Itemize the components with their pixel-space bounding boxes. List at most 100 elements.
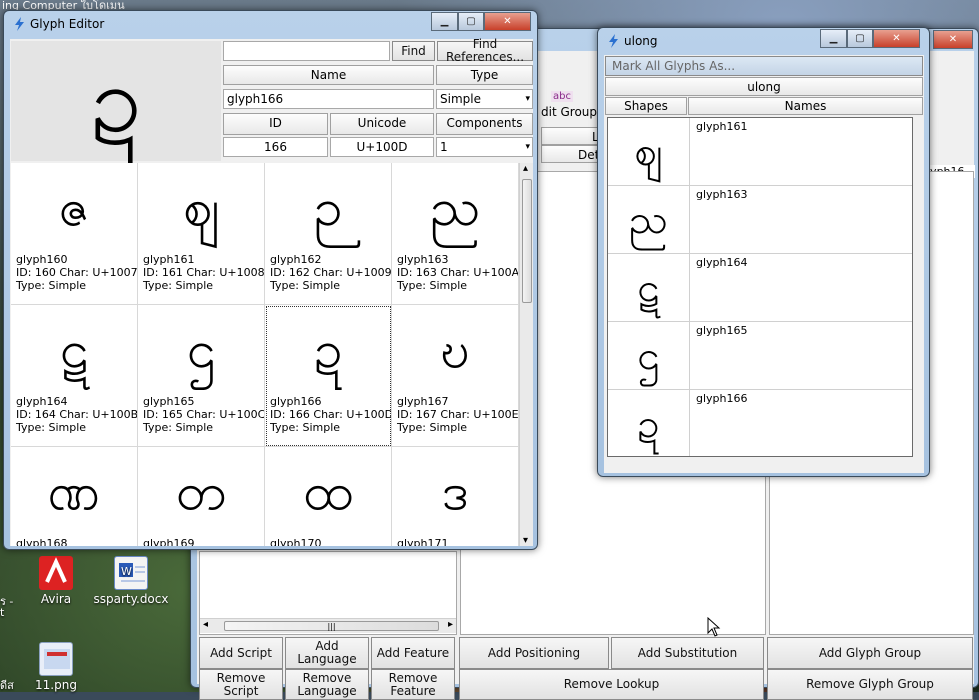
type-select[interactable]: Simple ▾ xyxy=(436,89,533,109)
glyph-shape: တ xyxy=(175,462,227,522)
list-item[interactable]: ဍ glyph166 xyxy=(608,390,912,456)
glyph-shape: ည xyxy=(429,178,481,238)
mark-all-glyphs-button[interactable]: Mark All Glyphs As... xyxy=(605,56,923,76)
glyph-cell[interactable]: ဏ glyph168 xyxy=(11,447,138,546)
lo-header: Lo xyxy=(541,127,606,145)
glyph-name: glyph162 xyxy=(270,253,322,266)
scroll-up-icon[interactable]: ▴ xyxy=(523,163,528,174)
glyph-cell[interactable]: ဍ glyph166 ID: 166 Char: U+100D Type: Simpl… xyxy=(265,305,392,447)
close-button[interactable]: ✕ xyxy=(873,29,920,48)
add-language-button[interactable]: Add Language xyxy=(285,637,369,669)
list-item[interactable]: ဈ glyph161 xyxy=(608,118,912,186)
glyph-shape: ဈ xyxy=(182,178,220,238)
horizontal-scrollbar[interactable]: ◂ ||| ▸ xyxy=(200,618,456,633)
add-glyph-group-button[interactable]: Add Glyph Group xyxy=(767,637,973,669)
close-icon: ✕ xyxy=(503,16,512,27)
add-substitution-button[interactable]: Add Substitution xyxy=(611,637,764,669)
glyph-cell[interactable]: ည glyph163 ID: 163 Char: U+100A Type: Simpl… xyxy=(392,163,519,305)
desktop-icon-11-png[interactable]: 11.png xyxy=(16,642,96,692)
glyph-shape: ထ xyxy=(302,462,354,522)
glyph-cell[interactable]: တ glyph169 xyxy=(138,447,265,546)
list-item[interactable]: ည glyph163 xyxy=(608,186,912,254)
group-header: ulong xyxy=(605,77,923,96)
chevron-down-icon[interactable]: ▾ xyxy=(525,138,530,156)
add-feature-button[interactable]: Add Feature xyxy=(371,637,455,669)
name-header: Name xyxy=(223,65,434,85)
glyph-cell[interactable]: ဈ glyph161 ID: 161 Char: U+1008 Type: Simpl… xyxy=(138,163,265,305)
id-header: ID xyxy=(223,113,328,135)
remove-feature-button[interactable]: Remove Feature xyxy=(371,669,455,700)
glyph-cell[interactable]: ဉ glyph162 ID: 162 Char: U+1009 Type: Simpl… xyxy=(265,163,392,305)
chevron-down-icon[interactable]: ▾ xyxy=(525,90,530,108)
glyph-cell[interactable]: ဌ glyph165 ID: 165 Char: U+100C Type: Simpl… xyxy=(138,305,265,447)
glyph-cell[interactable]: ဇ glyph160 ID: 160 Char: U+1007 Type: Simpl… xyxy=(11,163,138,305)
back-window-close-button[interactable]: ✕ xyxy=(933,30,973,49)
unicode-field[interactable]: U+100D xyxy=(330,137,434,157)
glyph-preview: ဍ xyxy=(11,41,221,161)
components-header: Components xyxy=(436,113,533,135)
edit-group-label[interactable]: dit Group xyxy=(541,105,597,119)
glyph-name: glyph161 xyxy=(696,120,748,133)
desktop-edge-text: ดีส xyxy=(0,679,14,692)
vertical-scrollbar[interactable]: ▴ ▾ xyxy=(519,163,533,546)
scroll-down-icon[interactable]: ▾ xyxy=(523,535,528,546)
glyph-info: glyph168 xyxy=(16,537,68,546)
list-item[interactable]: ဋ glyph164 xyxy=(608,254,912,322)
id-field[interactable]: 166 xyxy=(223,137,328,157)
glyph-info: glyph160 ID: 160 Char: U+1007 Type: Simple xyxy=(16,253,137,292)
glyph-info: glyph169 xyxy=(143,537,195,546)
remove-script-button[interactable]: Remove Script xyxy=(199,669,283,700)
glyph-grid[interactable]: ဇ glyph160 ID: 160 Char: U+1007 Type: Simpl… xyxy=(11,163,533,546)
remove-glyph-group-button[interactable]: Remove Glyph Group xyxy=(767,669,973,700)
glyph-shape: ဋ xyxy=(59,320,89,380)
svg-text:W: W xyxy=(121,565,132,578)
glyph-shape: ဇ xyxy=(58,178,90,238)
desktop-icon-avira[interactable]: Avira xyxy=(16,556,96,606)
scrollbar-thumb[interactable]: ||| xyxy=(224,621,439,631)
glyph-info: glyph161 ID: 161 Char: U+1008 Type: Simple xyxy=(143,253,264,292)
abc-icon: abc xyxy=(551,91,573,102)
name-field[interactable]: glyph166 xyxy=(223,89,434,109)
window-title: Glyph Editor xyxy=(30,17,105,31)
search-input[interactable] xyxy=(223,41,390,61)
find-references-button[interactable]: Find References... xyxy=(437,38,533,64)
glyph-shape: ဈ xyxy=(608,118,690,186)
close-button[interactable]: ✕ xyxy=(484,12,531,31)
add-script-button[interactable]: Add Script xyxy=(199,637,283,669)
minimize-button[interactable]: ▁ xyxy=(431,12,458,31)
glyph-meta: ID: 163 Char: U+100A xyxy=(397,266,519,279)
desktop-icon-ssparty-docx[interactable]: W ssparty.docx xyxy=(91,556,171,606)
glyph-meta: ID: 164 Char: U+100B xyxy=(16,408,138,421)
add-positioning-button[interactable]: Add Positioning xyxy=(459,637,609,669)
glyph-name: glyph169 xyxy=(143,537,195,546)
close-icon: ✕ xyxy=(948,34,958,45)
remove-lookup-button[interactable]: Remove Lookup xyxy=(459,669,764,700)
find-button[interactable]: Find xyxy=(392,41,435,61)
remove-language-button[interactable]: Remove Language xyxy=(285,669,369,700)
image-file-icon xyxy=(39,642,73,676)
glyph-cell[interactable]: ဋ glyph164 ID: 164 Char: U+100B Type: Simpl… xyxy=(11,305,138,447)
glyph-cell[interactable]: ထ glyph170 xyxy=(265,447,392,546)
maximize-button[interactable]: ▢ xyxy=(458,12,484,31)
scroll-left-icon[interactable]: ◂ xyxy=(203,619,208,630)
glyph-shape: ဒ xyxy=(441,462,469,522)
close-icon: ✕ xyxy=(892,33,901,44)
ulong-glyph-list[interactable]: ဈ glyph161 ည glyph163 ဋ glyph164 ဌ glyph165 ဍ gly… xyxy=(607,117,913,457)
minimize-button[interactable]: ▁ xyxy=(820,29,847,48)
lightning-icon xyxy=(606,34,620,48)
list-item[interactable]: ဌ glyph165 xyxy=(608,322,912,390)
maximize-button[interactable]: ▢ xyxy=(847,29,873,48)
scroll-right-icon[interactable]: ▸ xyxy=(448,619,453,630)
glyph-name: glyph163 xyxy=(397,253,449,266)
ulong-client: Mark All Glyphs As... ulong Shapes Names… xyxy=(604,55,924,473)
components-select[interactable]: 1 ▾ xyxy=(436,137,533,157)
glyph-meta: ID: 165 Char: U+100C xyxy=(143,408,265,421)
glyph-cell[interactable]: ဎ glyph167 ID: 167 Char: U+100E Type: Simpl… xyxy=(392,305,519,447)
glyph-name: glyph170 xyxy=(270,537,322,546)
glyph-cell[interactable]: ဒ glyph171 xyxy=(392,447,519,546)
glyph-shape: ဉ xyxy=(313,178,343,238)
scrollbar-thumb[interactable] xyxy=(522,179,532,303)
glyph-info: glyph166 ID: 166 Char: U+100D Type: Simple xyxy=(270,395,391,434)
glyph-shape: ဋ xyxy=(608,254,690,322)
shapes-header: Shapes xyxy=(605,97,687,115)
